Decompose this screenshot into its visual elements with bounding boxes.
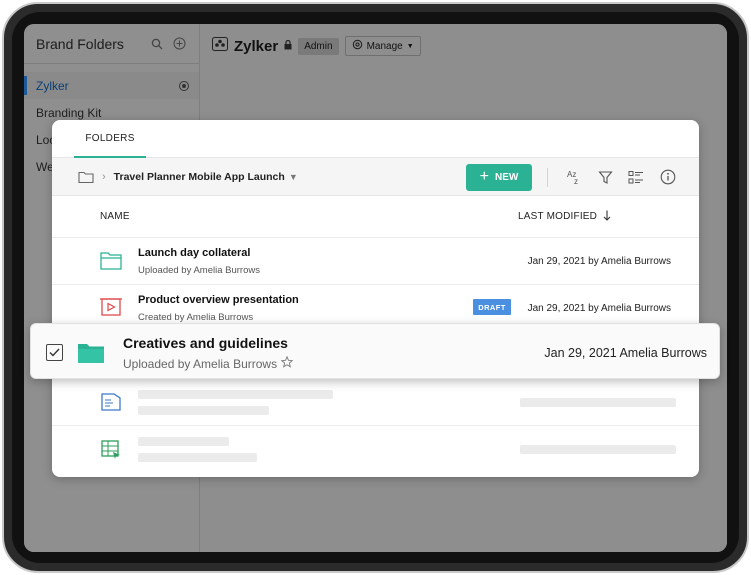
toolbar-divider <box>547 168 548 187</box>
sidebar-item-zylker[interactable]: Zylker <box>24 72 199 99</box>
column-header: NAME LAST MODIFIED <box>52 196 699 238</box>
card-tabs: FOLDERS <box>52 120 699 158</box>
skeleton-subtitle <box>138 453 257 462</box>
gear-icon <box>352 39 363 53</box>
role-badge: Admin <box>298 37 339 55</box>
item-subtitle: Uploaded by Amelia Burrows <box>123 356 278 371</box>
chevron-right-icon: › <box>102 170 106 183</box>
column-last-modified[interactable]: LAST MODIFIED <box>518 210 611 224</box>
manage-button[interactable]: Manage ▼ <box>344 36 421 56</box>
tab-folders[interactable]: FOLDERS <box>74 120 146 158</box>
manage-label: Manage <box>366 40 403 52</box>
item-modified: Jan 29, 2021 Amelia Burrows <box>544 346 707 360</box>
presentation-icon <box>100 298 122 318</box>
sidebar-header: Brand Folders <box>24 24 199 64</box>
item-subtitle: Created by Amelia Burrows <box>138 312 254 323</box>
view-list-icon[interactable] <box>627 168 645 186</box>
skeleton-date <box>520 445 676 454</box>
lock-icon <box>284 37 292 55</box>
skeleton-date <box>520 398 676 407</box>
folder-outline-icon[interactable] <box>78 170 94 184</box>
folders-card: FOLDERS › Travel Planner Mobile App Laun… <box>52 120 699 477</box>
spreadsheet-icon <box>100 439 122 459</box>
item-modified: Jan 29, 2021 by Amelia Burrows <box>527 256 671 267</box>
plus-icon: + <box>479 167 489 185</box>
folder-icon <box>77 342 105 364</box>
document-icon <box>100 392 122 412</box>
org-title: Zylker <box>234 37 279 55</box>
sidebar-item-label: Zylker <box>36 78 69 93</box>
skeleton-subtitle <box>138 406 269 415</box>
column-last-modified-label: LAST MODIFIED <box>518 211 598 222</box>
selected-radio-icon[interactable] <box>179 80 189 91</box>
chevron-down-icon: ▼ <box>406 42 414 50</box>
info-icon[interactable] <box>659 168 677 186</box>
list-item-loading <box>52 379 699 426</box>
caret-down-icon[interactable]: ▼ <box>289 172 298 182</box>
arrow-down-icon <box>603 210 611 224</box>
new-button[interactable]: + NEW <box>466 164 532 191</box>
skeleton-title <box>138 437 229 446</box>
item-subtitle: Uploaded by Amelia Burrows <box>138 265 260 276</box>
column-name[interactable]: NAME <box>100 211 130 222</box>
item-title: Product overview presentation <box>138 294 299 306</box>
svg-text:z: z <box>574 177 578 185</box>
filter-icon[interactable] <box>596 168 614 186</box>
breadcrumb-folder[interactable]: Travel Planner Mobile App Launch <box>114 171 285 183</box>
sidebar-item-label: Branding Kit <box>36 105 102 120</box>
toolbar: › Travel Planner Mobile App Launch ▼ + N… <box>52 158 699 196</box>
item-subtitle-row: Uploaded by Amelia Burrows <box>123 355 294 371</box>
item-title: Launch day collateral <box>138 247 251 259</box>
list-item-loading <box>52 426 699 473</box>
org-icon <box>212 36 228 56</box>
selected-row[interactable]: Creatives and guidelines Uploaded by Ame… <box>30 323 720 379</box>
list-item[interactable]: Launch day collateral Uploaded by Amelia… <box>52 238 699 285</box>
search-icon[interactable] <box>149 36 165 52</box>
star-icon[interactable] <box>280 355 294 371</box>
sort-az-icon[interactable]: Az z <box>565 168 583 186</box>
folder-icon <box>100 251 122 271</box>
topbar: Zylker Admin Manage ▼ <box>212 36 421 56</box>
item-title: Creatives and guidelines <box>123 335 288 351</box>
add-icon[interactable] <box>171 36 187 52</box>
skeleton-title <box>138 390 333 399</box>
checkbox[interactable] <box>46 344 63 361</box>
draft-badge: DRAFT <box>473 299 511 315</box>
new-button-label: NEW <box>495 172 519 183</box>
sidebar-title: Brand Folders <box>36 35 124 52</box>
item-modified: Jan 29, 2021 by Amelia Burrows <box>527 303 671 314</box>
